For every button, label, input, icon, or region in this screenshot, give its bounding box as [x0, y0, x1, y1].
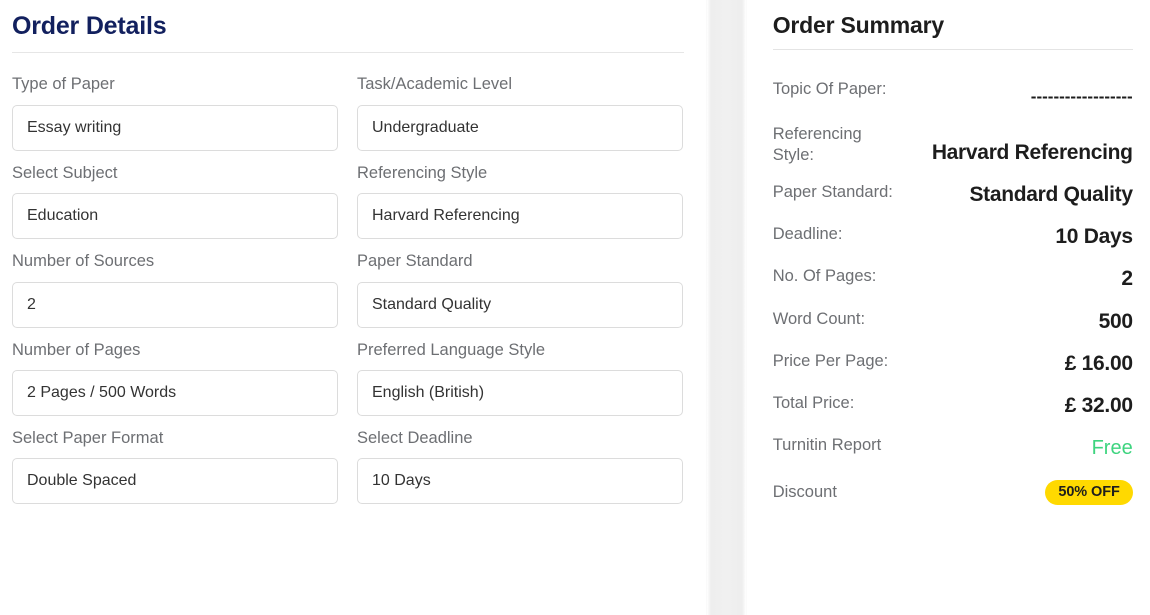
order-summary-panel: Order Summary Topic Of Paper: -----------…	[746, 0, 1150, 615]
field-label-number-of-pages: Number of Pages	[12, 340, 141, 359]
field-label-number-of-sources: Number of Sources	[12, 252, 155, 271]
field-block-task-academic-level: Task/Academic Level Undergraduate	[357, 74, 683, 151]
summary-row-total-price: Total Price: £ 32.00	[773, 393, 1133, 419]
field-label-paper-standard: Paper Standard	[357, 252, 473, 271]
field-block-select-deadline: Select Deadline 10 Days	[357, 428, 683, 505]
field-input-select-paper-format[interactable]: Double Spaced	[12, 458, 338, 505]
summary-row-price-per-page: Price Per Page: £ 16.00	[773, 351, 1133, 377]
field-block-type-of-paper: Type of Paper Essay writing	[12, 74, 338, 151]
summary-label-topic-of-paper: Topic Of Paper:	[772, 80, 887, 99]
summary-value-deadline: 10 Days	[1055, 225, 1133, 249]
summary-row-deadline: Deadline: 10 Days	[773, 224, 1133, 250]
summary-row-no-of-pages: No. Of Pages: 2	[773, 266, 1133, 292]
field-input-paper-standard[interactable]: Standard Quality	[357, 281, 683, 328]
summary-row-turnitin-report: Turnitin Report Free	[773, 435, 1133, 461]
field-label-preferred-language-style: Preferred Language Style	[357, 340, 546, 359]
discount-badge: 50% OFF	[1045, 479, 1133, 506]
field-input-number-of-pages[interactable]: 2 Pages / 500 Words	[12, 370, 338, 416]
order-details-field-grid: Type of Paper Essay writing Task/Academic …	[12, 74, 683, 516]
field-label-type-of-paper: Type of Paper	[12, 75, 115, 94]
field-label-referencing-style: Referencing Style	[357, 163, 488, 182]
field-label-select-subject: Select Subject	[12, 163, 118, 182]
order-summary-title: Order Summary	[772, 12, 944, 38]
order-details-panel: Order Details Type of Paper Essay writing…	[0, 0, 706, 615]
field-input-referencing-style[interactable]: Harvard Referencing	[357, 193, 683, 240]
field-input-preferred-language-style[interactable]: English (British)	[357, 370, 683, 416]
summary-value-paper-standard: Standard Quality	[969, 182, 1133, 206]
summary-value-price-per-page: £ 16.00	[1064, 351, 1133, 375]
field-input-type-of-paper[interactable]: Essay writing	[12, 104, 338, 151]
field-block-preferred-language-style: Preferred Language Style English (British…	[357, 340, 683, 416]
field-block-select-paper-format: Select Paper Format Double Spaced	[12, 428, 338, 505]
order-page: Order Details Type of Paper Essay writing…	[0, 0, 1150, 615]
field-block-select-subject: Select Subject Education	[12, 163, 338, 240]
summary-label-price-per-page: Price Per Page:	[772, 351, 889, 370]
field-label-task-academic-level: Task/Academic Level	[357, 75, 512, 94]
summary-label-word-count: Word Count:	[772, 309, 866, 328]
field-block-number-of-pages: Number of Pages 2 Pages / 500 Words	[12, 340, 338, 416]
discount-label: Discount	[772, 482, 837, 501]
summary-value-total-price: £ 32.00	[1064, 394, 1133, 418]
field-input-select-deadline[interactable]: 10 Days	[357, 458, 683, 505]
field-block-paper-standard: Paper Standard Standard Quality	[357, 251, 683, 328]
order-summary-divider	[772, 49, 1133, 51]
summary-row-referencing-style: Referencing Style: Harvard Referencing	[773, 124, 1133, 166]
summary-value-word-count: 500	[1098, 309, 1133, 333]
summary-label-turnitin-report: Turnitin Report	[772, 436, 882, 455]
summary-label-paper-standard: Paper Standard:	[772, 182, 893, 201]
field-label-select-deadline: Select Deadline	[357, 429, 473, 447]
summary-label-referencing-style: Referencing Style:	[772, 124, 862, 164]
summary-label-total-price: Total Price:	[772, 394, 855, 413]
summary-row-discount: Discount 50% OFF	[773, 477, 1133, 507]
field-input-task-academic-level[interactable]: Undergraduate	[357, 104, 683, 151]
summary-row-word-count: Word Count: 500	[773, 309, 1133, 335]
order-summary-list: Topic Of Paper: ------------------ Referen…	[773, 79, 1133, 507]
field-input-select-subject[interactable]: Education	[12, 193, 338, 240]
panel-gutter-divider	[705, 0, 747, 615]
field-input-number-of-sources[interactable]: 2	[12, 281, 338, 328]
field-label-select-paper-format: Select Paper Format	[12, 429, 164, 447]
summary-value-turnitin-report: Free	[1091, 437, 1133, 460]
field-block-referencing-style: Referencing Style Harvard Referencing	[357, 163, 683, 240]
summary-value-topic-of-paper: ------------------	[1030, 87, 1133, 107]
field-block-number-of-sources: Number of Sources 2	[12, 251, 338, 328]
summary-label-no-of-pages: No. Of Pages:	[772, 267, 877, 286]
summary-row-topic-of-paper: Topic Of Paper: ------------------	[773, 79, 1133, 107]
summary-value-no-of-pages: 2	[1121, 267, 1133, 291]
order-details-title: Order Details	[12, 12, 167, 40]
order-details-divider	[12, 52, 684, 54]
summary-value-referencing-style: Harvard Referencing	[931, 140, 1133, 164]
summary-label-deadline: Deadline:	[772, 225, 843, 244]
summary-row-paper-standard: Paper Standard: Standard Quality	[773, 182, 1133, 208]
